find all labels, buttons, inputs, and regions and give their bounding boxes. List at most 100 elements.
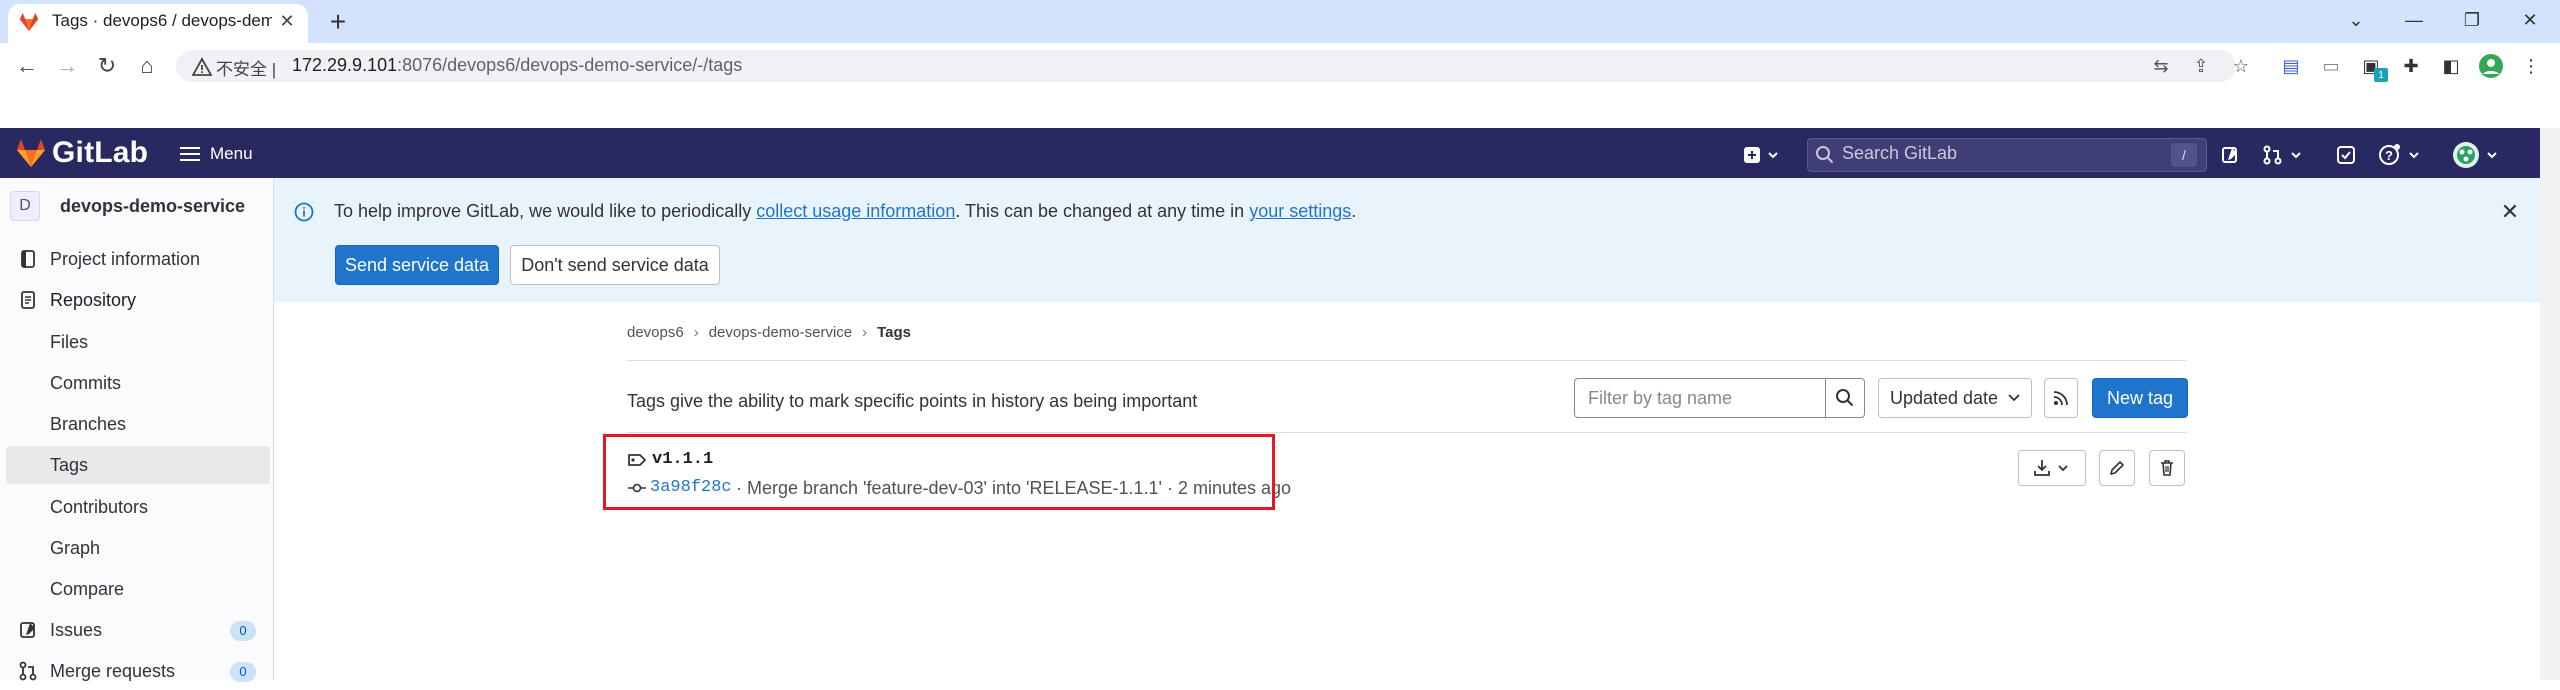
- breadcrumb-current[interactable]: Tags: [877, 324, 911, 341]
- sidebar-item-files[interactable]: Files: [6, 323, 270, 361]
- extension-cast-icon[interactable]: ▭: [2316, 51, 2346, 81]
- gitlab-tanuki-logo-icon[interactable]: [14, 136, 48, 170]
- chevron-down-icon: [2008, 394, 2020, 402]
- todo-checkbox-icon[interactable]: [2334, 140, 2358, 170]
- user-avatar-dropdown-icon[interactable]: [2452, 140, 2502, 170]
- sort-dropdown-button[interactable]: Updated date: [1878, 378, 2032, 418]
- breadcrumb-project-link[interactable]: devops-demo-service: [709, 324, 852, 341]
- browser-tab-title: Tags · devops6 / devops-demo: [52, 11, 272, 30]
- dont-send-service-data-button[interactable]: Don't send service data: [510, 245, 720, 285]
- back-arrow-icon[interactable]: ←: [10, 50, 44, 82]
- project-name-link[interactable]: devops-demo-service: [60, 196, 245, 217]
- banner-close-icon[interactable]: ✕: [2497, 199, 2523, 225]
- sidebar-item-label: Issues: [50, 620, 103, 640]
- breadcrumb-chevron-icon: ›: [693, 324, 699, 341]
- bookmark-star-icon[interactable]: ☆: [2228, 53, 2254, 79]
- tab-search-chevron-icon[interactable]: ⌄: [2334, 4, 2378, 36]
- create-new-dropdown-icon[interactable]: [1742, 140, 1782, 170]
- highlight-annotation-box: [603, 434, 1275, 510]
- breadcrumb: devops6 › devops-demo-service › Tags: [627, 324, 911, 341]
- collect-usage-link[interactable]: collect usage information: [756, 201, 955, 221]
- minimize-window-icon[interactable]: —: [2392, 4, 2436, 36]
- project-information-icon: [18, 249, 38, 269]
- sidebar-item-label: Project information: [50, 249, 201, 269]
- forward-arrow-icon[interactable]: →: [50, 50, 84, 82]
- issues-count-badge: 0: [230, 621, 256, 641]
- not-secure-label: 不安全 |: [216, 60, 277, 79]
- new-tag-button[interactable]: New tag: [2092, 378, 2188, 418]
- address-url[interactable]: 172.29.9.101:8076/devops6/devops-demo-se…: [292, 55, 742, 76]
- filter-placeholder: Filter by tag name: [1588, 388, 1733, 408]
- your-settings-link[interactable]: your settings: [1249, 201, 1351, 221]
- rss-icon: [2053, 391, 2068, 406]
- not-secure-warning-icon[interactable]: [192, 57, 212, 77]
- divider: [627, 360, 2187, 361]
- sort-label: Updated date: [1889, 387, 1999, 408]
- sidebar-item-merge-requests[interactable]: Merge requests 0: [6, 652, 270, 690]
- divider: [627, 432, 2187, 433]
- extensions-puzzle-icon[interactable]: ✚: [2396, 51, 2426, 81]
- sidebar-item-commits[interactable]: Commits: [6, 364, 270, 402]
- filter-search-button[interactable]: [1825, 378, 1865, 418]
- reload-icon[interactable]: ↻: [90, 50, 124, 82]
- breadcrumb-chevron-icon: ›: [862, 324, 868, 341]
- delete-tag-button[interactable]: [2149, 450, 2185, 486]
- sidebar-item-label: Repository: [50, 290, 137, 310]
- edit-tag-button[interactable]: [2099, 450, 2135, 486]
- sidebar-item-issues[interactable]: Issues 0: [6, 611, 270, 649]
- search-shortcut-key: /: [2171, 143, 2197, 167]
- menu-label: Menu: [210, 144, 253, 163]
- translate-icon[interactable]: ⇆: [2148, 53, 2174, 79]
- repository-document-icon: [18, 290, 38, 310]
- trash-icon: [2161, 460, 2173, 476]
- breadcrumb-group-link[interactable]: devops6: [627, 324, 684, 341]
- issues-icon[interactable]: [2218, 140, 2242, 170]
- extension-reader-icon[interactable]: ▤: [2276, 51, 2306, 81]
- share-icon[interactable]: ⇪: [2188, 53, 2214, 79]
- sidebar-item-label: Compare: [50, 579, 125, 599]
- gitlab-favicon-icon: [18, 11, 40, 33]
- sidebar-item-label: Contributors: [50, 497, 149, 517]
- sidebar-item-graph[interactable]: Graph: [6, 529, 270, 567]
- search-icon: [1836, 389, 1854, 407]
- page-scrollbar[interactable]: [2540, 128, 2560, 680]
- search-placeholder: Search GitLab: [1842, 143, 1958, 163]
- close-window-icon[interactable]: ✕: [2508, 4, 2552, 36]
- restore-window-icon[interactable]: ❐: [2450, 4, 2494, 36]
- sidebar-item-compare[interactable]: Compare: [6, 570, 270, 608]
- sidebar-item-label: Files: [50, 332, 89, 352]
- issues-icon: [18, 620, 38, 640]
- merge-requests-dropdown-icon[interactable]: [2262, 140, 2306, 170]
- sidebar-item-repository[interactable]: Repository: [6, 281, 270, 319]
- sidebar-item-project-information[interactable]: Project information: [6, 240, 270, 278]
- pencil-icon: [2110, 461, 2124, 475]
- send-service-data-button[interactable]: Send service data: [335, 245, 499, 285]
- profile-avatar-icon[interactable]: [2476, 51, 2506, 81]
- sidebar-item-branches[interactable]: Branches: [6, 405, 270, 443]
- sidebar-item-tags[interactable]: Tags: [6, 446, 270, 484]
- browser-menu-kebab-icon[interactable]: ⋮: [2516, 51, 2546, 81]
- project-avatar[interactable]: D: [10, 191, 40, 221]
- rss-feed-button[interactable]: [2044, 378, 2078, 418]
- side-panel-icon[interactable]: ◧: [2436, 51, 2466, 81]
- browser-tab-strip: [0, 0, 2560, 43]
- sidebar-item-label: Tags: [50, 455, 89, 475]
- new-tab-plus-icon[interactable]: +: [322, 6, 354, 38]
- banner-message: To help improve GitLab, we would like to…: [334, 201, 1357, 221]
- sidebar-item-label: Graph: [50, 538, 101, 558]
- gitlab-brand[interactable]: GitLab: [52, 136, 148, 170]
- tab-close-icon[interactable]: ✕: [276, 10, 298, 32]
- help-dropdown-icon[interactable]: ?: [2378, 140, 2424, 170]
- tags-description: Tags give the ability to mark specific p…: [627, 391, 1198, 411]
- download-dropdown-button[interactable]: [2018, 450, 2086, 486]
- home-icon[interactable]: ⌂: [130, 50, 164, 82]
- search-icon: [1815, 145, 1835, 165]
- extension-badge: 1: [2374, 68, 2388, 82]
- main-menu-button[interactable]: Menu: [180, 140, 253, 168]
- info-circle-icon: [294, 202, 314, 222]
- sidebar-item-contributors[interactable]: Contributors: [6, 488, 270, 526]
- download-icon: [2034, 460, 2068, 476]
- merge-requests-count-badge: 0: [230, 662, 256, 682]
- sidebar-item-label: Merge requests: [50, 661, 176, 681]
- sidebar-item-label: Commits: [50, 373, 121, 393]
